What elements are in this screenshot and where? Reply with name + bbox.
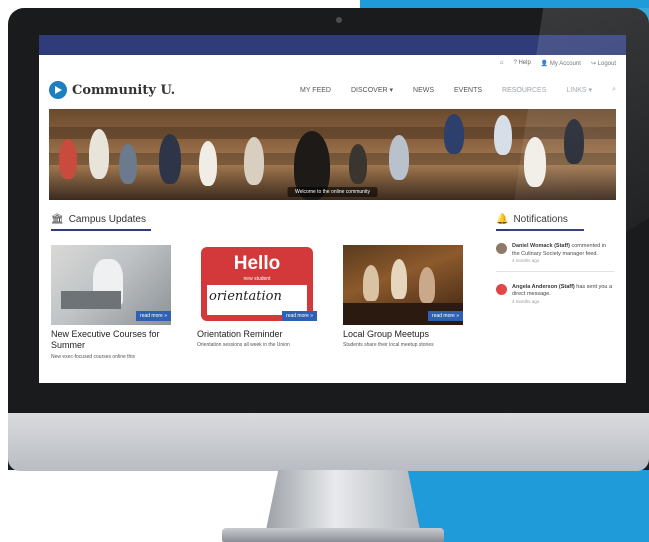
avatar: [496, 243, 507, 254]
hero-student: [389, 135, 409, 180]
hero-student: [349, 144, 367, 184]
logo-icon: [49, 81, 67, 99]
read-more-button[interactable]: read more »: [428, 311, 463, 321]
my-account-link[interactable]: 👤 My Account: [541, 60, 581, 67]
website-screen: ⌂ ? Help 👤 My Account ↪ Logout Community…: [39, 35, 626, 383]
building-icon: 🏛: [51, 214, 64, 225]
notification-text: Angela Anderson (Staff) has sent you a d…: [512, 284, 614, 306]
notifications-heading: 🔔 Notifications: [496, 214, 584, 231]
card-image-office[interactable]: read more »: [51, 245, 171, 325]
card-image-person: [391, 259, 407, 299]
hello-sign-script: orientation: [209, 289, 282, 304]
card-image-laptop: [61, 291, 121, 309]
mail-icon: [496, 283, 507, 295]
main-content: 🏛 Campus Updates read more » New Executi…: [39, 214, 626, 360]
nav-links[interactable]: LINKS ▾: [566, 86, 592, 94]
top-color-bar: [39, 35, 626, 55]
brand-name: Community U.: [72, 82, 176, 98]
hero-student: [119, 144, 137, 184]
webcam: [336, 17, 342, 23]
monitor-stand: [266, 470, 420, 530]
nav-news[interactable]: NEWS: [413, 87, 434, 94]
hero-student: [89, 129, 109, 179]
hero-caption: Welcome to the online community: [287, 187, 378, 197]
logout-link[interactable]: ↪ Logout: [591, 60, 616, 67]
monitor-chin: [8, 413, 649, 471]
hello-sign-subtext: new student: [243, 276, 271, 282]
nav-resources[interactable]: RESOURCES: [502, 87, 546, 94]
hero-student: [199, 141, 217, 186]
card-image-meetup[interactable]: read more »: [343, 245, 463, 325]
update-card[interactable]: read more » Local Group Meetups Students…: [343, 245, 463, 360]
notifications-title: Notifications: [513, 214, 568, 225]
nav-my-feed[interactable]: MY FEED: [300, 87, 331, 94]
notification-item[interactable]: Angela Anderson (Staff) has sent you a d…: [496, 283, 614, 306]
notification-time: 4 months ago: [512, 258, 540, 264]
card-image-person: [363, 265, 379, 301]
hero-student: [159, 134, 181, 184]
campus-updates: 🏛 Campus Updates read more » New Executi…: [51, 214, 464, 360]
monitor-stand-base: [222, 528, 444, 542]
hello-sign-text: Hello: [233, 253, 281, 274]
my-account-label: My Account: [549, 60, 581, 67]
hero-student: [59, 139, 77, 179]
campus-updates-title: Campus Updates: [68, 214, 146, 225]
logout-label: Logout: [597, 60, 616, 67]
divider: [496, 270, 614, 272]
card-description: Orientation sessions all week in the Uni…: [197, 342, 290, 349]
nav-discover[interactable]: DISCOVER ▾: [351, 86, 393, 94]
notifications-panel: 🔔 Notifications Daniel Womack (Staff) co…: [496, 214, 614, 360]
nav-discover-label: DISCOVER: [350, 87, 388, 94]
card-image-person: [419, 267, 435, 303]
home-icon[interactable]: ⌂: [500, 60, 504, 66]
search-icon[interactable]: ⌕: [612, 86, 616, 94]
utility-bar: ⌂ ? Help 👤 My Account ↪ Logout: [39, 55, 626, 71]
hero-student: [494, 115, 512, 155]
hero-student: [244, 137, 264, 185]
logo[interactable]: Community U.: [49, 81, 175, 99]
read-more-button[interactable]: read more »: [136, 311, 171, 321]
hero-banner: Welcome to the online community: [49, 109, 616, 200]
nav-events[interactable]: EVENTS: [454, 87, 482, 94]
hero-student: [524, 137, 546, 187]
card-title[interactable]: Local Group Meetups: [343, 329, 463, 340]
nav-links-label: LINKS: [566, 87, 587, 94]
card-title[interactable]: Orientation Reminder: [197, 329, 317, 340]
help-link[interactable]: ? Help: [513, 60, 530, 66]
notification-author[interactable]: Daniel Womack (Staff): [512, 243, 570, 249]
notification-author[interactable]: Angela Anderson (Staff): [512, 284, 575, 290]
main-nav: Community U. MY FEED DISCOVER ▾ NEWS EVE…: [39, 71, 626, 109]
update-card[interactable]: Hello new student orientation read more …: [197, 245, 317, 360]
update-cards: read more » New Executive Courses for Su…: [51, 245, 464, 360]
bell-icon: 🔔: [496, 214, 509, 225]
hero-student: [564, 119, 584, 164]
read-more-button[interactable]: read more »: [282, 311, 317, 321]
card-image-hello-sign[interactable]: Hello new student orientation read more …: [197, 245, 317, 325]
campus-updates-heading: 🏛 Campus Updates: [51, 214, 151, 231]
hero-student: [444, 114, 464, 154]
card-description: New exec-focused courses online this: [51, 353, 135, 360]
notification-text: Daniel Womack (Staff) commented in the C…: [512, 243, 614, 265]
update-card[interactable]: read more » New Executive Courses for Su…: [51, 245, 171, 360]
menu: MY FEED DISCOVER ▾ NEWS EVENTS RESOURCES…: [300, 86, 616, 94]
notification-item[interactable]: Daniel Womack (Staff) commented in the C…: [496, 243, 614, 265]
card-title[interactable]: New Executive Courses for Summer: [51, 329, 171, 352]
card-description: Students share their local meetup storie…: [343, 342, 434, 349]
notification-time: 4 months ago: [512, 299, 540, 305]
